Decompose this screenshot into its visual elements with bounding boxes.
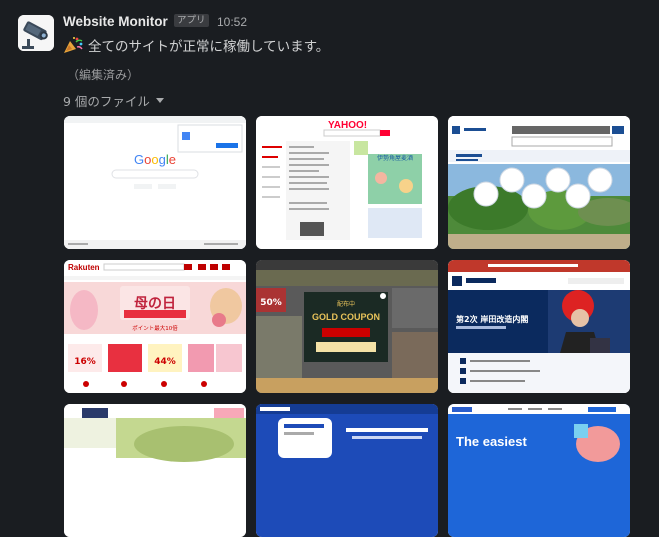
thumbnail-city[interactable] <box>448 116 630 249</box>
rakuten-price-2: 44% <box>154 357 176 367</box>
timestamp[interactable]: 10:52 <box>217 15 247 29</box>
coupon-badge: 配布中 <box>337 300 355 308</box>
files-count-label: 9 個のファイル <box>63 94 150 109</box>
edited-label: （編集済み） <box>67 68 140 82</box>
rakuten-promo: ポイント最大10倍 <box>132 324 178 332</box>
coupon-title: GOLD COUPON <box>312 312 380 322</box>
thumbnail-food[interactable] <box>64 404 246 537</box>
kantei-headline: 第2次 岸田改造内閣 <box>456 314 528 324</box>
thumbnail-stripe[interactable]: The easiest <box>448 404 630 537</box>
thumbnail-kantei[interactable]: 第2次 岸田改造内閣 <box>448 260 630 393</box>
sale-percent: 50% <box>260 298 282 308</box>
security-camera-icon <box>18 15 54 51</box>
status-text: 全てのサイトが正常に稼働しています。 <box>88 39 330 55</box>
rakuten-banner-title: 母の日 <box>134 296 176 312</box>
thumbnail-google[interactable]: Google <box>64 116 246 249</box>
yahoo-logo: YAHOO! <box>328 120 367 131</box>
party-popper-icon <box>64 37 83 53</box>
thumbnail-gold-coupon[interactable]: 50% 配布中 GOLD COUPON <box>256 260 438 393</box>
google-logo: Google <box>134 152 176 167</box>
thumbnail-engineer[interactable] <box>256 404 438 537</box>
app-badge: アプリ <box>174 14 209 27</box>
message: Website Monitor アプリ 10:52 全てのサイトが正常に稼働して… <box>0 0 659 537</box>
app-avatar[interactable] <box>18 15 54 51</box>
rakuten-price-1: 16% <box>74 357 96 367</box>
yahoo-banner: 伊勢角屋麦酒 <box>377 154 413 162</box>
rakuten-logo: Rakuten <box>68 263 100 272</box>
thumbnail-yahoo[interactable]: YAHOO! 伊勢角屋麦酒 <box>256 116 438 249</box>
sender-name[interactable]: Website Monitor <box>63 14 168 29</box>
caret-down-icon <box>155 98 164 103</box>
message-text: 全てのサイトが正常に稼働しています。 <box>63 35 329 55</box>
thumbnail-rakuten[interactable]: Rakuten 母の日 ポイント最大10倍 16% 44% <box>64 260 246 393</box>
files-toggle[interactable]: 9 個のファイル <box>63 91 164 110</box>
